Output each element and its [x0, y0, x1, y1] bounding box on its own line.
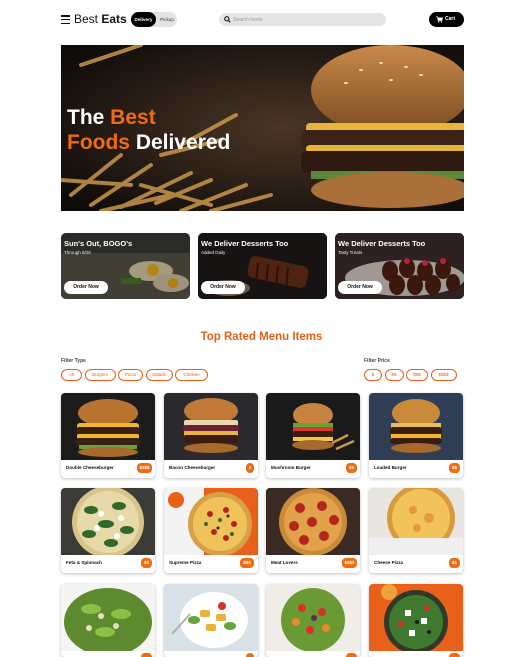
section-title: Top Rated Menu Items: [200, 331, 323, 343]
menu-item-image: [266, 488, 360, 555]
menu-item-name: Loaded Burger: [374, 465, 407, 470]
menu-item-name: Supreme Pizza: [169, 560, 202, 565]
hero-line2-white: Delivered: [130, 131, 231, 154]
cart-button[interactable]: Cart: [429, 12, 464, 27]
menu-item-name: Double Cheeseburger: [66, 465, 114, 470]
menu-item-image: [266, 393, 360, 460]
menu-item-image: [61, 393, 155, 460]
price-badge: [346, 653, 357, 657]
brand-bold: Eats: [101, 12, 127, 26]
promo-subtitle: Added Daily: [201, 250, 226, 255]
menu-item-image: [266, 584, 360, 651]
menu-item-card[interactable]: Supreme Pizza $$$: [164, 488, 258, 573]
menu-item-card[interactable]: Double Cheeseburger $$$$: [61, 393, 155, 478]
menu-item-name: Mushroom Burger: [271, 465, 311, 470]
price-badge: [141, 653, 152, 657]
brand-logo[interactable]: Best Eats: [74, 12, 127, 26]
price-badge: $$: [346, 463, 357, 473]
price-badge: $$: [449, 463, 460, 473]
filter-price-label: Filter Price: [364, 358, 390, 364]
hero-banner: The Best Foods Delivered: [61, 45, 464, 211]
filter-type-burgers-button[interactable]: Burgers: [84, 369, 116, 381]
promo-card[interactable]: We Deliver Desserts Too Added Daily Orde…: [198, 233, 327, 299]
menu-item-image: [61, 584, 155, 651]
hero-line1-orange: Best: [110, 106, 156, 129]
hamburger-menu-icon[interactable]: [61, 15, 70, 25]
order-now-button[interactable]: Order Now: [338, 281, 382, 294]
menu-item-card[interactable]: Feta & Spinnach $$: [61, 488, 155, 573]
search-input[interactable]: [233, 13, 378, 26]
filter-price-group: $ $$ $$$ $$$$: [364, 369, 457, 381]
price-badge: $$$$: [137, 463, 152, 473]
promo-title: We Deliver Desserts Too: [338, 239, 426, 248]
price-badge: $: [246, 463, 254, 473]
menu-item-card[interactable]: Loaded Burger $$: [369, 393, 463, 478]
menu-item-image: [164, 488, 258, 555]
hero-title: The Best Foods Delivered: [67, 105, 230, 155]
menu-item-image: [369, 488, 463, 555]
header: Best Eats Delivery Pickup Cart: [61, 11, 464, 29]
menu-item-name: Meat Lovers: [271, 560, 298, 565]
menu-item-image: [164, 393, 258, 460]
cart-icon: [436, 16, 443, 23]
price-badge: [449, 653, 460, 657]
price-badge: $$$$: [342, 558, 357, 568]
price-badge: [246, 653, 254, 657]
hero-line1-white: The: [67, 106, 111, 129]
menu-item-card[interactable]: [61, 584, 155, 657]
delivery-option[interactable]: Delivery: [131, 12, 156, 27]
filter-type-label: Filter Type: [61, 358, 86, 364]
delivery-pickup-toggle[interactable]: Delivery Pickup: [131, 12, 177, 27]
cart-label: Cart: [445, 16, 456, 22]
order-now-button[interactable]: Order Now: [201, 281, 245, 294]
menu-item-card[interactable]: [164, 584, 258, 657]
hero-line2-orange: Foods: [67, 131, 130, 154]
promo-subtitle: Tasty Treats: [338, 250, 363, 255]
menu-item-name: Feta & Spinnach: [66, 560, 102, 565]
promo-card[interactable]: We Deliver Desserts Too Tasty Treats Ord…: [335, 233, 464, 299]
filter-type-pizza-button[interactable]: Pizza: [118, 369, 143, 381]
menu-item-image: [369, 393, 463, 460]
filter-type-chicken-button[interactable]: Chicken: [175, 369, 208, 381]
promo-title: Sun's Out, BOGO's: [64, 239, 133, 248]
filter-type-group: All Burgers Pizza Salads Chicken: [61, 369, 208, 381]
menu-item-name: Bacon Cheeseburger: [169, 465, 216, 470]
pickup-option[interactable]: Pickup: [157, 12, 177, 27]
price-badge: $$: [141, 558, 152, 568]
menu-item-card[interactable]: Mushroom Burger $$: [266, 393, 360, 478]
brand-regular: Best: [74, 12, 99, 26]
promo-title: We Deliver Desserts Too: [201, 239, 289, 248]
price-badge: $$: [449, 558, 460, 568]
filter-price-3-button[interactable]: $$$: [406, 369, 428, 381]
filter-price-1-button[interactable]: $: [364, 369, 382, 381]
order-now-button[interactable]: Order Now: [64, 281, 108, 294]
menu-item-image: [369, 584, 463, 651]
filter-type-salads-button[interactable]: Salads: [145, 369, 173, 381]
search-icon: [224, 16, 231, 23]
menu-item-name: Cheese Pizza: [374, 560, 404, 565]
filter-type-all-button[interactable]: All: [61, 369, 82, 381]
menu-item-image: [61, 488, 155, 555]
menu-item-card[interactable]: [266, 584, 360, 657]
promo-subtitle: Through 8/26: [64, 250, 91, 255]
promo-card[interactable]: Sun's Out, BOGO's Through 8/26 Order Now: [61, 233, 190, 299]
filter-price-4-button[interactable]: $$$$: [430, 369, 457, 381]
filter-price-2-button[interactable]: $$: [384, 369, 404, 381]
menu-item-card[interactable]: Meat Lovers $$$$: [266, 488, 360, 573]
menu-item-card[interactable]: [369, 584, 463, 657]
menu-item-image: [164, 584, 258, 651]
menu-item-card[interactable]: Cheese Pizza $$: [369, 488, 463, 573]
menu-item-card[interactable]: Bacon Cheeseburger $: [164, 393, 258, 478]
search-bar[interactable]: [219, 13, 386, 26]
price-badge: $$$: [240, 558, 254, 568]
